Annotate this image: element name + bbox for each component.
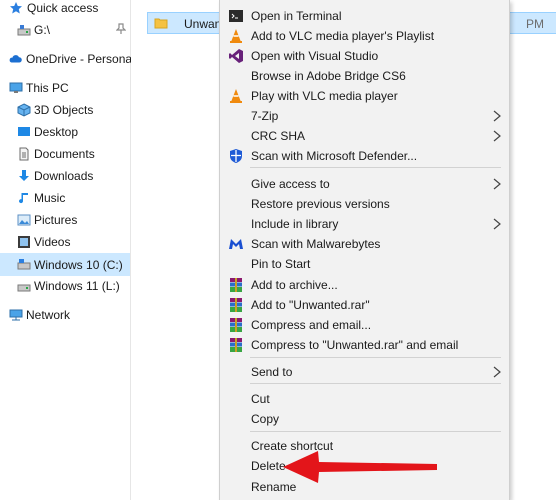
arrow-shape: [283, 451, 437, 483]
red-arrow-annotation: [283, 451, 437, 483]
